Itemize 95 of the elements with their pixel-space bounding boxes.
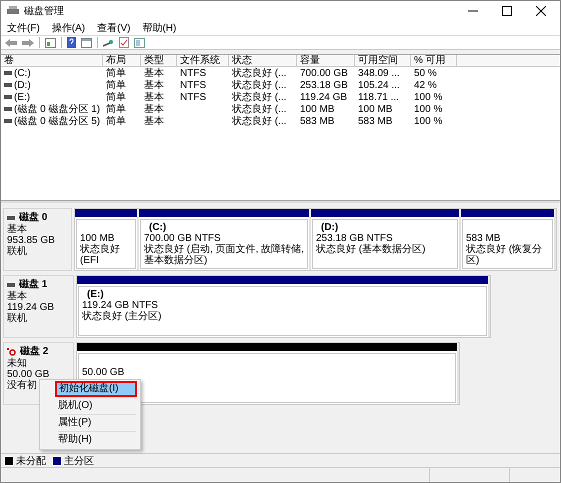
disk-name: 磁盘 2 [20, 346, 48, 357]
disk-label-panel[interactable]: 磁盘 1 基本 119.24 GB 联机 [3, 275, 74, 338]
menu-item[interactable]: 查看(V) [97, 21, 130, 35]
checklist-icon[interactable] [119, 37, 129, 48]
disk-name: 磁盘 1 [19, 279, 48, 290]
properties-icon[interactable] [134, 38, 145, 48]
partition-status: 状态良好 (恢复分区) [466, 244, 544, 266]
table-cell: (C:) [14, 68, 31, 78]
table-cell: 700.00 GB [300, 68, 348, 78]
legend-label: 主分区 [64, 454, 94, 468]
table-cell: (E:) [14, 92, 30, 102]
partition-status: 状态良好 (基本数据分区) [316, 244, 426, 255]
table-cell: 583 MB [300, 116, 334, 126]
column-header[interactable]: 布局 [103, 55, 141, 66]
disk-status: 没有初 [7, 380, 37, 391]
table-cell: 118.71 ... [358, 92, 399, 102]
disk-management-icon [7, 6, 19, 16]
table-cell-text: 简单 [106, 66, 126, 80]
partition-label: (C:) [148, 222, 168, 233]
partition-status: 状态良好 (主分区) [82, 311, 162, 322]
context-menu-item[interactable]: 帮助(H) [42, 433, 138, 447]
maximize-button[interactable] [502, 6, 512, 16]
partition-status: 状态良好 (EFI [80, 244, 121, 266]
partition-size: 700.00 GB NTFS [144, 233, 222, 244]
context-menu-item[interactable]: 初始化磁盘(I) [56, 382, 136, 396]
column-header[interactable]: 状态 [229, 55, 297, 66]
table-cell-text: (磁盘 0 磁盘分区 1) [14, 103, 100, 116]
table-cell: 100 % [414, 92, 442, 102]
column-header[interactable]: % 可用 [411, 55, 457, 66]
table-cell: NTFS [180, 80, 206, 90]
table-cell: 100 % [414, 104, 442, 114]
table-cell: (D:) [14, 80, 31, 90]
partition-label: (E:) [86, 289, 105, 300]
legend-label: 未分配 [16, 454, 46, 468]
table-cell: NTFS [180, 92, 206, 102]
table-cell: 583 MB [358, 116, 392, 126]
partition-size: 50.00 GB [82, 367, 126, 378]
table-cell-text: 基本 [144, 66, 164, 80]
table-cell-text: 基本 [144, 78, 164, 92]
window-icon[interactable] [81, 38, 92, 48]
table-cell-text: 状态良好 (... [232, 114, 286, 128]
table-cell: 100 MB [300, 104, 334, 114]
table-cell: 253.18 GB [300, 80, 348, 90]
table-cell: 42 % [414, 80, 437, 90]
column-header[interactable]: 容量 [297, 55, 355, 66]
column-header[interactable]: 可用空间 [355, 55, 411, 66]
help-icon[interactable] [67, 37, 76, 48]
disk-size: 953.85 GB [7, 235, 55, 246]
table-cell-text: 状态良好 (... [232, 90, 286, 104]
table-cell: 105.24 ... [358, 80, 400, 90]
table-cell-text: 基本 [144, 90, 164, 104]
table-cell-text: 基本 [144, 114, 164, 128]
partition-size: 583 MB [466, 233, 502, 244]
partition-size: 253.18 GB NTFS [316, 233, 394, 244]
disk-type: 未知 [7, 358, 27, 369]
disk-size: 50.00 GB [7, 369, 50, 380]
menu-item[interactable]: 帮助(H) [142, 21, 176, 35]
forward-icon[interactable] [22, 38, 34, 48]
table-cell: 119.24 GB [300, 92, 348, 102]
console-icon[interactable] [45, 38, 56, 48]
table-cell: NTFS [180, 68, 206, 78]
disk-type: 基本 [7, 224, 27, 235]
disk-label-panel[interactable]: 磁盘 0 基本 953.85 GB 联机 [3, 208, 72, 271]
table-cell: 100 % [414, 116, 442, 126]
context-menu-item[interactable]: 属性(P) [42, 416, 138, 430]
window-title: 磁盘管理 [24, 5, 64, 18]
table-cell-text: 基本 [144, 102, 164, 116]
menu-item[interactable]: 操作(A) [52, 21, 86, 35]
disk-status: 联机 [7, 313, 27, 324]
menu-item[interactable]: 文件(F) [7, 21, 40, 35]
table-cell: 348.09 ... [358, 68, 400, 78]
table-cell-text: 状态良好 (... [232, 66, 286, 80]
close-button[interactable] [536, 6, 546, 16]
back-icon[interactable] [5, 38, 17, 48]
table-cell-text: 简单 [106, 90, 126, 104]
partition-size: 100 MB [80, 233, 116, 244]
column-header[interactable]: 文件系统 [177, 55, 229, 66]
table-cell: 100 MB [358, 104, 392, 114]
partition-label: (D:) [320, 222, 340, 233]
disk-type: 基本 [7, 291, 27, 302]
table-cell-text: 简单 [106, 114, 126, 128]
table-cell: 50 % [414, 68, 437, 78]
partition-size: 119.24 GB NTFS [82, 300, 159, 311]
disk-status: 联机 [7, 246, 27, 257]
table-cell-text: 状态良好 (... [232, 78, 286, 92]
table-cell-text: (磁盘 0 磁盘分区 5) [14, 115, 100, 128]
column-header[interactable]: 卷 [1, 55, 103, 66]
key-icon[interactable] [103, 38, 114, 48]
column-header[interactable]: 类型 [141, 55, 177, 66]
disk-size: 119.24 GB [7, 302, 54, 313]
disk-name: 磁盘 0 [19, 212, 48, 223]
partition-status: 状态良好 (启动, 页面文件, 故障转储, 基本数据分区) [144, 244, 305, 266]
table-cell-text: 简单 [106, 78, 126, 92]
table-cell-text: 状态良好 (... [232, 102, 286, 116]
table-cell-text: 简单 [106, 102, 126, 116]
